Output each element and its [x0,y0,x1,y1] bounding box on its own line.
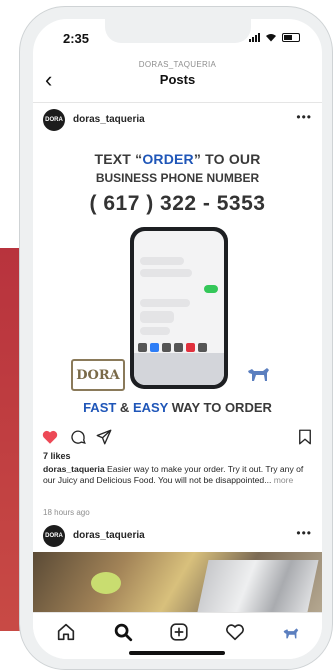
status-icons [249,33,300,42]
image-tagline: FAST & EASY WAY TO ORDER [33,400,322,415]
lime-wedge [91,572,121,594]
heart-filled-icon[interactable] [41,428,59,446]
phone-mockup [130,227,228,389]
caption-username[interactable]: doras_taqueria [43,464,105,474]
profile-icon[interactable] [279,621,301,643]
tagline-mid: & [116,400,133,415]
tagline-accent-2: EASY [132,400,169,415]
mockup-message [140,269,192,277]
post-image[interactable]: TEXT “ORDER” TO OUR BUSINESS PHONE NUMBE… [33,137,322,422]
nav-account-name: DORAS_TAQUERIA [138,60,217,69]
tagline-accent-1: FAST [83,400,117,415]
image-phone-number: ( 617 ) 322 - 5353 [89,192,266,215]
mockup-app-row [138,343,220,352]
home-indicator [129,651,225,655]
foil-tray [197,560,319,612]
more-options-icon[interactable]: ••• [296,526,312,540]
top-nav: ‹ DORAS_TAQUERIA Posts [33,57,322,103]
avatar[interactable]: DORA [43,109,65,131]
comment-icon[interactable] [69,428,87,446]
post-header: DORA doras_taqueria ••• [33,103,322,137]
likes-count[interactable]: 7 likes [43,451,71,461]
status-time: 2:35 [63,31,90,46]
mockup-message [140,311,174,323]
caption-more-link[interactable]: more [271,475,294,485]
post-caption: doras_taqueria Easier way to make your o… [43,464,313,486]
page-title: Posts [159,72,196,87]
headline-pre: TEXT “ [94,151,143,167]
post-username[interactable]: doras_taqueria [73,530,145,541]
mockup-message [204,285,218,293]
notch [105,19,251,43]
mockup-message [140,299,190,307]
post-timestamp: 18 hours ago [43,508,90,517]
phone-screen: 2:35 ‹ DORAS_TAQUERIA Posts DORA doras_t… [33,19,322,659]
logo-text: DORA [76,367,120,383]
phone-mockup-screen [134,231,224,385]
status-bar: 2:35 [33,19,322,57]
headline-post: ” TO OUR [193,151,261,167]
headline-accent: ORDER [142,151,194,167]
post-username[interactable]: doras_taqueria [73,114,145,125]
dog-icon [248,368,269,381]
post-header: DORA doras_taqueria ••• [33,519,322,553]
mockup-message [140,327,170,335]
battery-icon [282,33,300,42]
taqueria-logo: DORA [71,359,125,391]
mockup-message [140,257,184,265]
bookmark-icon[interactable] [296,428,314,446]
mockup-keyboard [134,353,224,385]
avatar[interactable]: DORA [43,525,65,547]
cellular-signal-icon [249,33,260,42]
wifi-icon [266,34,276,42]
post-actions [33,422,322,452]
activity-heart-icon[interactable] [224,621,246,643]
image-headline: TEXT “ORDER” TO OUR [33,151,322,167]
image-subheadline: BUSINESS PHONE NUMBER [95,171,260,185]
home-icon[interactable] [55,621,77,643]
more-options-icon[interactable]: ••• [296,110,312,124]
post-image[interactable] [33,552,322,612]
tagline-post: WAY TO ORDER [168,400,272,415]
search-icon[interactable] [112,621,134,643]
share-icon[interactable] [95,428,113,446]
new-post-icon[interactable] [168,621,190,643]
